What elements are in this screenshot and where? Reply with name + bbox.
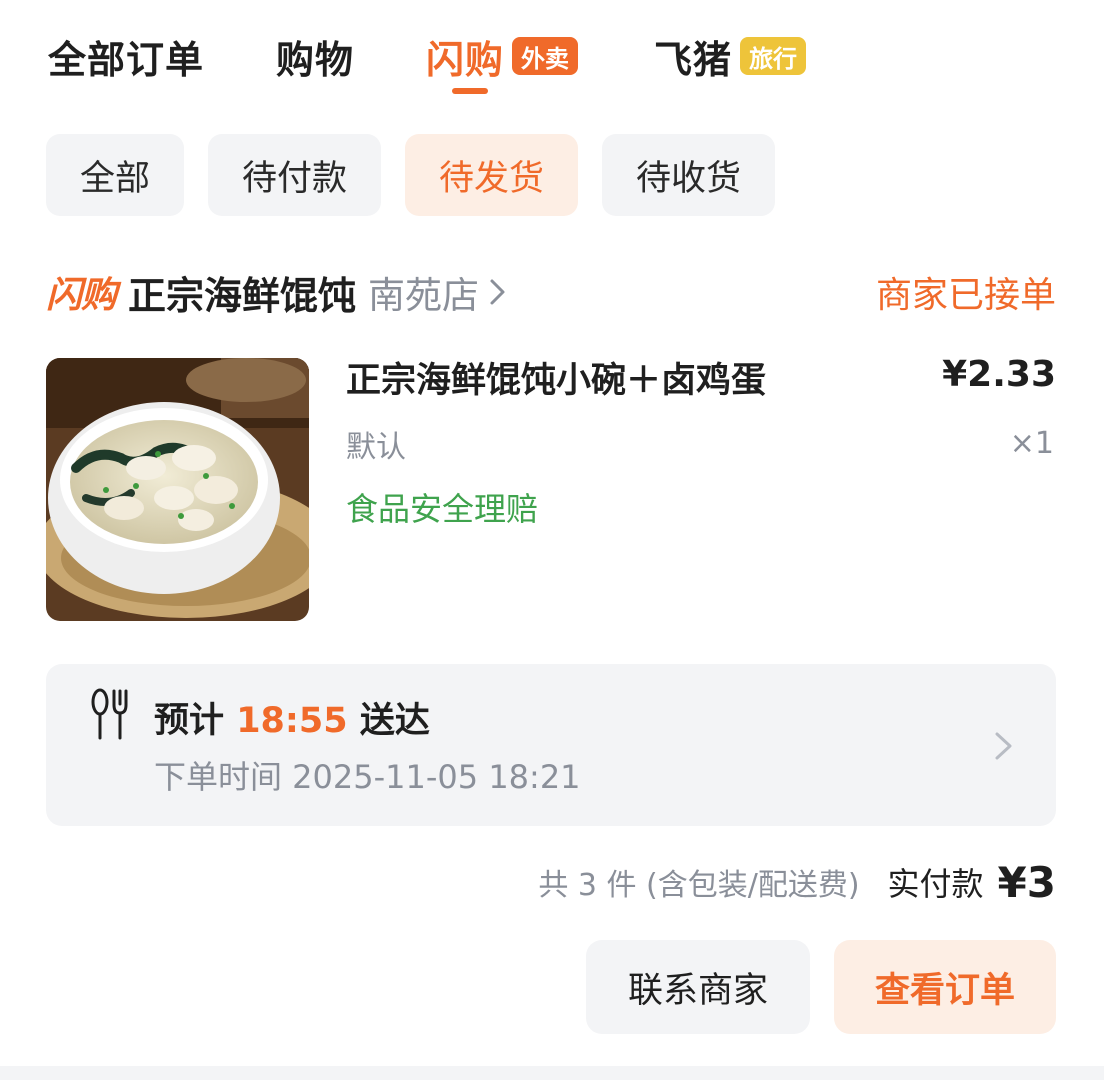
tab-flash-buy[interactable]: 闪购 外卖 xyxy=(426,28,579,94)
filter-all[interactable]: 全部 xyxy=(46,134,185,216)
paid-amount: ¥3 xyxy=(997,857,1056,907)
food-photo[interactable] xyxy=(46,358,309,621)
item-count-summary: 共 3 件 (含包装/配送费) xyxy=(538,868,860,903)
eta-line: 预计 18:55 送达 xyxy=(154,692,430,743)
view-order-button[interactable]: 查看订单 xyxy=(834,940,1056,1034)
eta-time: 18:55 xyxy=(236,701,348,741)
shop-header[interactable]: 闪购 正宗海鲜馄饨 南苑店 商家已接单 xyxy=(46,262,1056,322)
platform-logo: 闪购 xyxy=(46,275,117,316)
food-safety-tag[interactable]: 食品安全理赔 xyxy=(346,484,538,530)
tab-fliggy[interactable]: 飞猪 旅行 xyxy=(654,28,807,84)
cutlery-icon xyxy=(90,688,130,742)
paid-label: 实付款 xyxy=(887,865,984,903)
takeout-badge: 外卖 xyxy=(512,37,579,75)
delivery-info-card[interactable]: 预计 18:55 送达 下单时间 2025-11-05 18:21 xyxy=(46,664,1056,826)
chevron-right-icon xyxy=(992,728,1016,764)
active-tab-indicator xyxy=(452,88,489,94)
order-totals: 共 3 件 (含包装/配送费) 实付款 ¥3 xyxy=(538,852,1056,912)
contact-merchant-button[interactable]: 联系商家 xyxy=(586,940,810,1034)
item-title[interactable]: 正宗海鲜馄饨小碗＋卤鸡蛋 xyxy=(346,352,766,403)
eta-suffix: 送达 xyxy=(359,701,430,741)
order-status: 商家已接单 xyxy=(875,275,1056,316)
eta-prefix: 预计 xyxy=(154,701,225,741)
shop-name: 正宗海鲜馄饨 xyxy=(128,273,357,318)
tab-label: 闪购 xyxy=(426,37,505,82)
tab-label: 购物 xyxy=(276,37,355,82)
order-placed-time: 下单时间 2025-11-05 18:21 xyxy=(154,758,581,796)
tab-label: 飞猪 xyxy=(654,37,733,82)
filter-pending-shipment[interactable]: 待发货 xyxy=(405,134,579,216)
bottom-divider xyxy=(0,1066,1104,1080)
travel-badge: 旅行 xyxy=(740,37,807,75)
item-variant: 默认 xyxy=(346,430,406,465)
item-price: ¥2.33 xyxy=(942,354,1056,395)
chevron-right-icon xyxy=(489,277,519,307)
filter-pending-payment[interactable]: 待付款 xyxy=(208,134,382,216)
status-filter-bar: 全部 待付款 待发货 待收货 xyxy=(46,134,799,216)
filter-pending-receipt[interactable]: 待收货 xyxy=(602,134,776,216)
shop-branch: 南苑店 xyxy=(368,274,480,317)
tab-shopping[interactable]: 购物 xyxy=(276,28,354,84)
item-quantity: ×1 xyxy=(1009,426,1054,461)
top-tab-bar: 全部订单 购物 闪购 外卖 飞猪 旅行 xyxy=(48,28,807,98)
tab-label: 全部订单 xyxy=(48,37,205,82)
tab-all-orders[interactable]: 全部订单 xyxy=(48,28,204,84)
